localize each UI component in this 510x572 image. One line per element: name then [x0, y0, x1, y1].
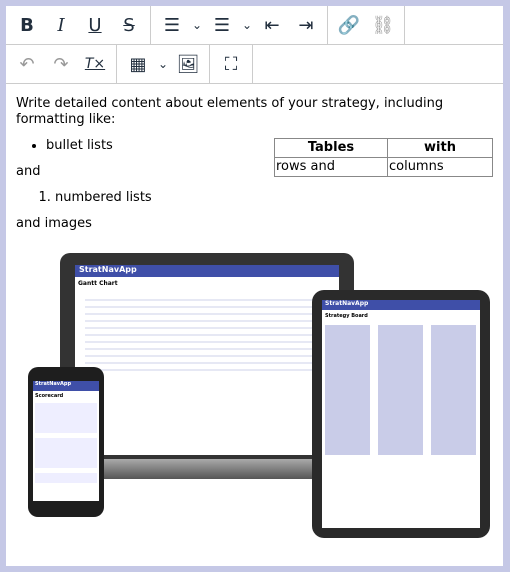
tablet: StratNavApp Strategy Board [312, 290, 490, 538]
clear-formatting-icon[interactable]: T× [78, 45, 112, 83]
table-icon[interactable]: ▦ [121, 45, 155, 83]
board-title: Strategy Board [325, 313, 368, 319]
toolbar-row-1: B I U S ☰ ⌄ ☰ ⌄ ⇤ ⇥ 🔗 ⛓ [6, 6, 503, 45]
insert-group: ▦ ⌄ 🖼 [117, 45, 210, 83]
fullscreen-icon[interactable]: ⛶ [214, 45, 248, 83]
list-group: ☰ ⌄ ☰ ⌄ ⇤ ⇥ [151, 6, 328, 44]
table-header: Tables [274, 138, 388, 158]
strikethrough-button[interactable]: S [112, 6, 146, 44]
intro-text: Write detailed content about elements of… [16, 96, 444, 127]
indent-icon[interactable]: ⇥ [289, 6, 323, 44]
underline-button[interactable]: U [78, 6, 112, 44]
chevron-down-icon[interactable]: ⌄ [239, 6, 255, 44]
view-group: ⛶ [210, 45, 253, 83]
bold-button[interactable]: B [10, 6, 44, 44]
chevron-down-icon[interactable]: ⌄ [189, 6, 205, 44]
table-header: with [386, 138, 494, 158]
gantt-title: Gantt Chart [78, 280, 118, 287]
bullet-list-icon[interactable]: ☰ [155, 6, 189, 44]
italic-button[interactable]: I [44, 6, 78, 44]
scorecard-title: Scorecard [35, 393, 64, 399]
outdent-icon[interactable]: ⇤ [255, 6, 289, 44]
app-header: StratNavApp [33, 381, 99, 391]
app-header: StratNavApp [75, 265, 339, 277]
app-header: StratNavApp [322, 300, 480, 310]
unlink-icon[interactable]: ⛓ [366, 6, 400, 44]
numbered-list-icon[interactable]: ☰ [205, 6, 239, 44]
link-icon[interactable]: 🔗 [332, 6, 366, 44]
table-cell: columns [386, 157, 494, 177]
image-icon[interactable]: 🖼 [171, 45, 205, 83]
phone: StratNavApp Scorecard [28, 367, 104, 517]
history-group: ↶ ↷ T× [6, 45, 117, 83]
format-group: B I U S [6, 6, 151, 44]
link-group: 🔗 ⛓ [328, 6, 405, 44]
numbered-item: numbered lists [55, 190, 493, 206]
table-cell: rows and [274, 157, 388, 177]
and-images-text: and images [16, 216, 92, 231]
toolbar-row-2: ↶ ↷ T× ▦ ⌄ 🖼 ⛶ [6, 45, 503, 84]
redo-icon[interactable]: ↷ [44, 45, 78, 83]
undo-icon[interactable]: ↶ [10, 45, 44, 83]
editor-content[interactable]: Write detailed content about elements of… [16, 96, 494, 232]
content-table: Tables with rows and columns [274, 138, 494, 177]
chevron-down-icon[interactable]: ⌄ [155, 45, 171, 83]
laptop: StratNavApp Gantt Chart [60, 253, 354, 459]
